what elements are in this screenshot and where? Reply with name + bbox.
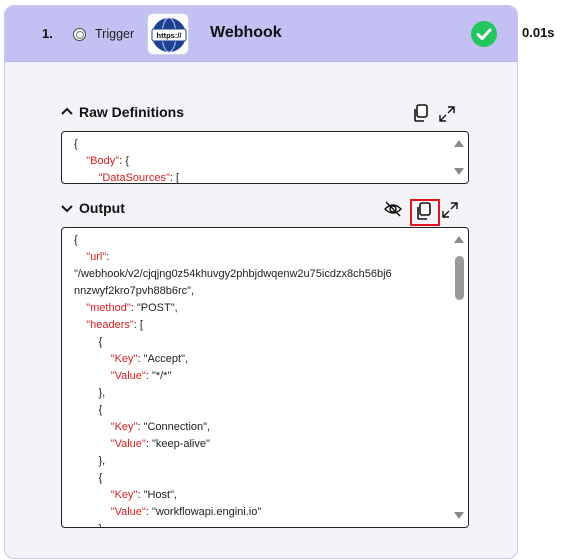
json-value: "/webhook/v2/cjqjng0z54khuvgy2phbjdwqenw… [74, 268, 392, 280]
json-value: }, [98, 387, 106, 399]
scroll-thumb[interactable] [455, 256, 464, 300]
json-value: }, [98, 455, 106, 467]
json-value: { [98, 404, 103, 416]
chevron-up-icon[interactable] [60, 104, 74, 118]
code-line: }, [74, 385, 446, 402]
code-line: nnzwyf2kro7pvh88b6rc", [74, 283, 446, 300]
json-value: { [98, 336, 103, 348]
json-value: : [106, 251, 110, 263]
code-line: }, [74, 521, 446, 527]
expand-arrows-icon[interactable] [440, 200, 460, 220]
json-key: "Value" [110, 506, 146, 518]
scroll-up-arrow-icon[interactable] [454, 140, 464, 147]
json-key: "Body" [86, 155, 120, 167]
raw-scrollbar[interactable] [450, 132, 468, 183]
code-line: "Key": "Host", [74, 487, 446, 504]
json-value: { [74, 138, 78, 150]
chevron-down-icon[interactable] [60, 201, 74, 215]
json-value: : "keep-alive" [145, 438, 210, 450]
code-line: "headers": [ [74, 317, 446, 334]
json-value: }, [98, 523, 105, 527]
json-value: : [ [133, 319, 143, 331]
duration-label: 0.01s [522, 25, 555, 40]
json-key: "url" [86, 251, 107, 263]
logo-text: https:// [157, 31, 183, 40]
copy-icon[interactable] [411, 103, 431, 123]
output-scrollbar[interactable] [450, 228, 468, 527]
scroll-up-arrow-icon[interactable] [454, 236, 464, 243]
code-line: "method": "POST", [74, 300, 446, 317]
check-circle-icon [471, 21, 497, 47]
json-value: : "Connection", [137, 421, 211, 433]
raw-definitions-title: Raw Definitions [79, 104, 185, 120]
step-header[interactable]: 1. Trigger https:// Webhook [5, 6, 517, 62]
json-key: "Value" [110, 438, 146, 450]
json-key: "Key" [110, 421, 138, 433]
code-line: "Key": "Connection", [74, 419, 446, 436]
raw-definitions-code[interactable]: { "Body": { "DataSources": [ [61, 131, 469, 184]
json-key: "method" [86, 302, 131, 314]
webhook-logo-icon: https:// [147, 13, 189, 55]
json-value: : "*/*" [145, 370, 172, 382]
code-line: { [74, 232, 446, 249]
output-title: Output [79, 200, 125, 216]
code-line: }, [74, 453, 446, 470]
json-value: : { [119, 155, 129, 167]
code-line: { [74, 470, 446, 487]
code-line: "/webhook/v2/cjqjng0z54khuvgy2phbjdwqenw… [74, 266, 446, 283]
json-value: { [74, 234, 78, 246]
json-value: : [ [169, 172, 180, 184]
code-line: "DataSources": [ [74, 170, 446, 184]
code-line: "Value": "*/*" [74, 368, 446, 385]
scroll-down-arrow-icon[interactable] [454, 512, 464, 519]
scroll-down-arrow-icon[interactable] [454, 168, 464, 175]
expand-arrows-icon[interactable] [437, 104, 457, 124]
json-value: : "Accept", [137, 353, 189, 365]
code-line: "Value": "workflowapi.engini.io" [74, 504, 446, 521]
code-line: { [74, 334, 446, 351]
step-number: 1. [42, 26, 53, 41]
code-line: "Body": { [74, 153, 446, 170]
code-line: "Value": "keep-alive" [74, 436, 446, 453]
step-type-label: Trigger [95, 27, 135, 41]
json-key: "headers" [86, 319, 134, 331]
radio-icon[interactable] [73, 28, 86, 41]
eye-off-icon[interactable] [383, 199, 403, 219]
code-line: { [74, 402, 446, 419]
output-code[interactable]: { "url": "/webhook/v2/cjqjng0z54khuvgy2ph… [61, 227, 469, 528]
json-key: "Value" [110, 370, 146, 382]
code-line: { [74, 136, 446, 153]
json-key: "Key" [110, 489, 138, 501]
code-line: "Key": "Accept", [74, 351, 446, 368]
code-line: "url": [74, 249, 446, 266]
json-key: "DataSources" [98, 172, 170, 184]
json-value: : "POST", [130, 302, 178, 314]
json-key: "Key" [110, 353, 138, 365]
json-value: { [98, 472, 103, 484]
json-value: : "Host", [137, 489, 178, 501]
json-value: nnzwyf2kro7pvh88b6rc", [74, 285, 195, 297]
app-name: Webhook [210, 24, 282, 41]
copy-button-highlight [410, 199, 440, 226]
json-value: : "workflowapi.engini.io" [145, 506, 262, 518]
step-card: 1. Trigger https:// Webhook Raw Definiti… [4, 5, 518, 559]
